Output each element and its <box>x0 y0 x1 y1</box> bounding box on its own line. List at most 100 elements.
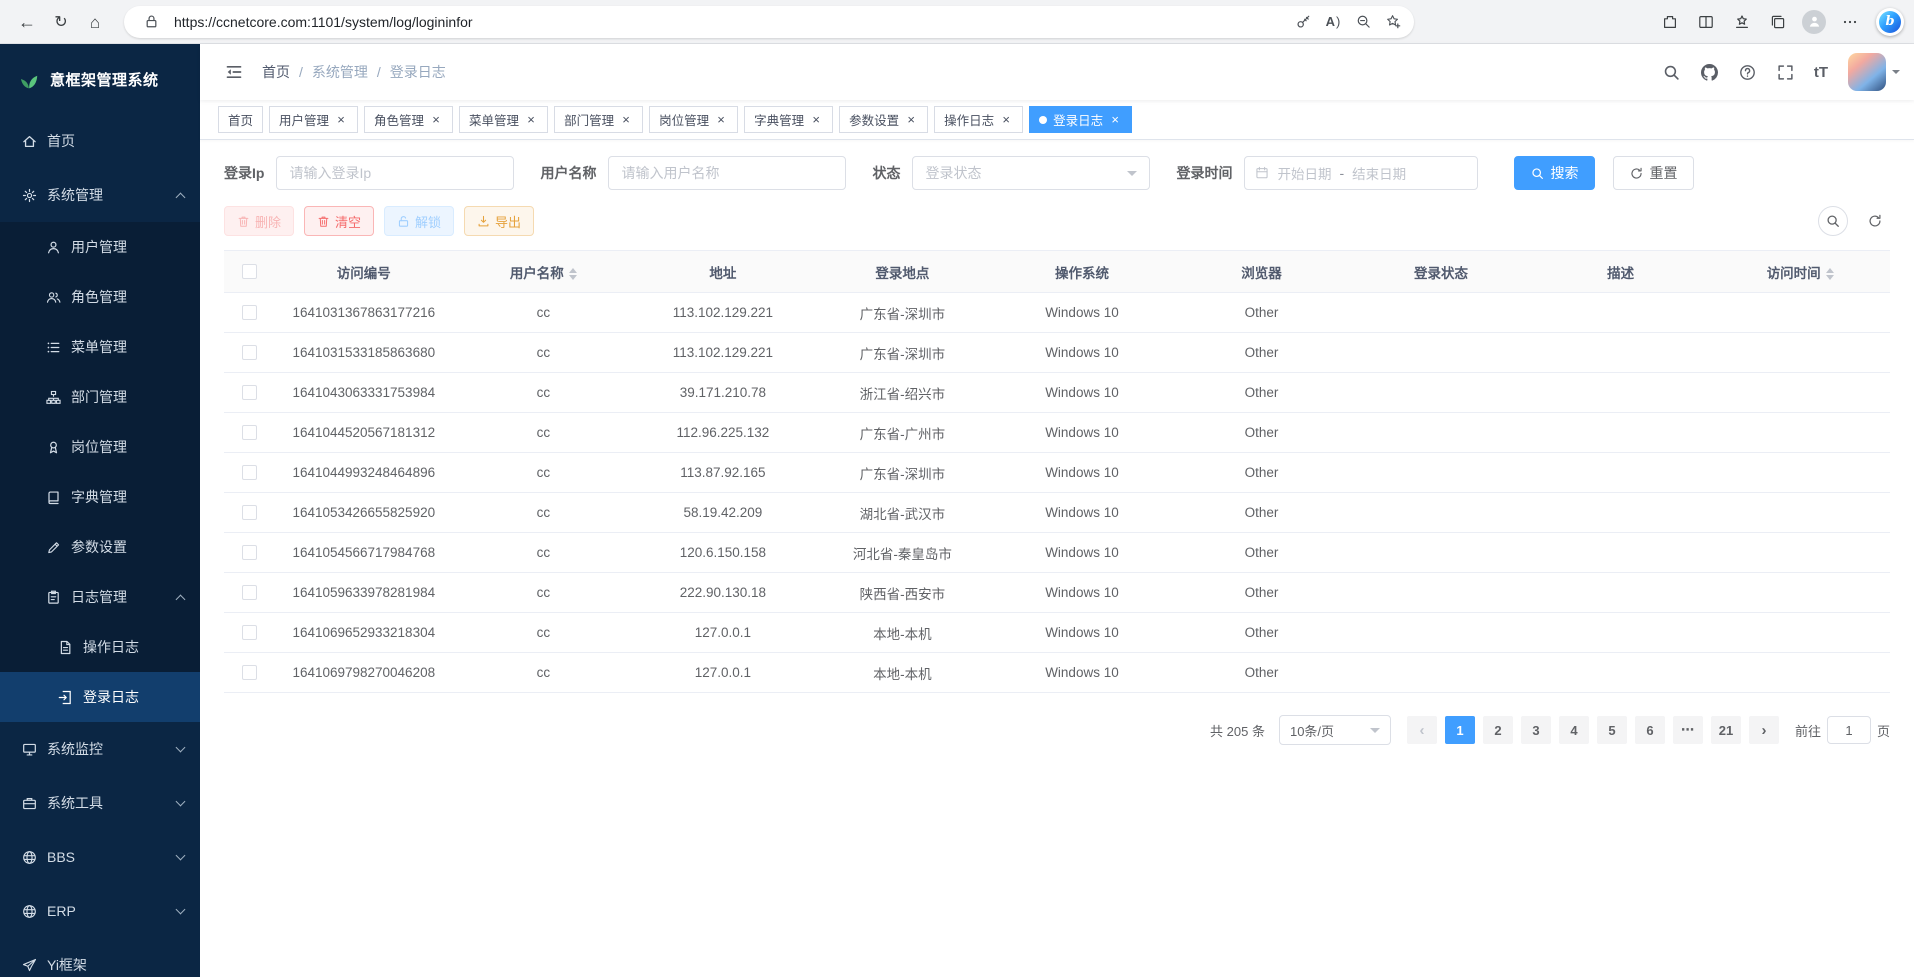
login-ip-input[interactable] <box>276 156 514 190</box>
sort-desc-icon[interactable] <box>569 275 577 280</box>
prev-page-button[interactable]: ‹ <box>1407 716 1437 744</box>
goto-page-input[interactable] <box>1827 716 1871 744</box>
header-search-button[interactable] <box>1652 52 1690 92</box>
read-aloud-icon[interactable]: A <box>1318 8 1348 36</box>
tab-home[interactable]: 首页 <box>218 106 263 133</box>
column-visit-time[interactable]: 访问时间 <box>1710 251 1890 293</box>
row-checkbox[interactable] <box>242 625 257 640</box>
next-page-button[interactable]: › <box>1749 716 1779 744</box>
page-button-3[interactable]: 3 <box>1521 716 1551 744</box>
column-user-name[interactable]: 用户名称 <box>454 251 634 293</box>
row-checkbox[interactable] <box>242 505 257 520</box>
help-button[interactable] <box>1728 52 1766 92</box>
sidebar-item-home[interactable]: 首页 <box>0 114 200 168</box>
browser-settings-button[interactable] <box>1834 6 1866 38</box>
sidebar-item-yi-framework[interactable]: Yi框架 <box>0 938 200 977</box>
page-button-2[interactable]: 2 <box>1483 716 1513 744</box>
tab-login-log[interactable]: 登录日志× <box>1029 106 1132 133</box>
export-button[interactable]: 导出 <box>464 206 534 236</box>
page-button-5[interactable]: 5 <box>1597 716 1627 744</box>
row-checkbox[interactable] <box>242 305 257 320</box>
row-checkbox[interactable] <box>242 545 257 560</box>
breadcrumb-item[interactable]: 系统管理 <box>312 62 368 82</box>
bing-copilot-icon[interactable]: b <box>1876 8 1904 36</box>
tab-dict-management[interactable]: 字典管理× <box>744 106 833 133</box>
sidebar-toggle-button[interactable] <box>216 54 252 90</box>
sidebar-item-dept-management[interactable]: 部门管理 <box>0 372 200 422</box>
sidebar-item-post-management[interactable]: 岗位管理 <box>0 422 200 472</box>
browser-profile-button[interactable] <box>1798 6 1830 38</box>
close-tab-icon[interactable]: × <box>429 113 443 127</box>
sort-asc-icon[interactable] <box>1826 268 1834 273</box>
tab-param-settings[interactable]: 参数设置× <box>839 106 928 133</box>
user-avatar[interactable] <box>1848 53 1886 91</box>
sort-asc-icon[interactable] <box>569 268 577 273</box>
tab-post-management[interactable]: 岗位管理× <box>649 106 738 133</box>
close-tab-icon[interactable]: × <box>524 113 538 127</box>
refresh-table-button[interactable] <box>1860 206 1890 236</box>
sidebar-item-bbs[interactable]: BBS <box>0 830 200 884</box>
sidebar-item-param-settings[interactable]: 参数设置 <box>0 522 200 572</box>
tab-menu-management[interactable]: 菜单管理× <box>459 106 548 133</box>
sidebar-item-system-monitor[interactable]: 系统监控 <box>0 722 200 776</box>
tab-dept-management[interactable]: 部门管理× <box>554 106 643 133</box>
breadcrumb-item[interactable]: 首页 <box>262 62 290 82</box>
login-time-range-picker[interactable]: 开始日期 - 结束日期 <box>1244 156 1478 190</box>
sidebar-item-log-management[interactable]: 日志管理 <box>0 572 200 622</box>
sidebar-item-system-tools[interactable]: 系统工具 <box>0 776 200 830</box>
search-button[interactable]: 搜索 <box>1514 156 1595 190</box>
delete-button[interactable]: 删除 <box>224 206 294 236</box>
status-select[interactable]: 登录状态 <box>912 156 1150 190</box>
select-all-checkbox[interactable] <box>242 264 257 279</box>
close-tab-icon[interactable]: × <box>714 113 728 127</box>
page-button-6[interactable]: 6 <box>1635 716 1665 744</box>
address-bar[interactable]: https://ccnetcore.com:1101/system/log/lo… <box>124 6 1414 38</box>
row-checkbox[interactable] <box>242 465 257 480</box>
sort-control[interactable] <box>1826 268 1834 280</box>
collections-icon[interactable] <box>1762 6 1794 38</box>
row-checkbox[interactable] <box>242 665 257 680</box>
avatar-dropdown-caret-icon[interactable] <box>1892 70 1900 78</box>
extensions-icon[interactable] <box>1654 6 1686 38</box>
close-tab-icon[interactable]: × <box>334 113 348 127</box>
row-checkbox[interactable] <box>242 385 257 400</box>
sidebar-item-operation-log[interactable]: 操作日志 <box>0 622 200 672</box>
page-size-select[interactable]: 10条/页 <box>1279 715 1391 745</box>
sort-control[interactable] <box>569 268 577 280</box>
sidebar-item-role-management[interactable]: 角色管理 <box>0 272 200 322</box>
sidebar-item-user-management[interactable]: 用户管理 <box>0 222 200 272</box>
page-button-1[interactable]: 1 <box>1445 716 1475 744</box>
row-checkbox[interactable] <box>242 585 257 600</box>
fullscreen-button[interactable] <box>1766 52 1804 92</box>
add-favorite-icon[interactable] <box>1378 8 1408 36</box>
row-checkbox[interactable] <box>242 345 257 360</box>
sidebar-item-menu-management[interactable]: 菜单管理 <box>0 322 200 372</box>
page-button-21[interactable]: 21 <box>1711 716 1741 744</box>
reset-button[interactable]: 重置 <box>1613 156 1694 190</box>
sort-desc-icon[interactable] <box>1826 275 1834 280</box>
sidebar-item-system-management[interactable]: 系统管理 <box>0 168 200 222</box>
tab-role-management[interactable]: 角色管理× <box>364 106 453 133</box>
page-button-4[interactable]: 4 <box>1559 716 1589 744</box>
close-tab-icon[interactable]: × <box>809 113 823 127</box>
browser-refresh-button[interactable] <box>44 6 78 38</box>
github-button[interactable] <box>1690 52 1728 92</box>
sidebar-item-login-log[interactable]: 登录日志 <box>0 672 200 722</box>
browser-back-button[interactable] <box>10 6 44 38</box>
page-ellipsis[interactable]: ⋯ <box>1673 716 1703 744</box>
close-tab-icon[interactable]: × <box>904 113 918 127</box>
close-tab-icon[interactable]: × <box>619 113 633 127</box>
unlock-button[interactable]: 解锁 <box>384 206 454 236</box>
split-screen-icon[interactable] <box>1690 6 1722 38</box>
tab-operation-log[interactable]: 操作日志× <box>934 106 1023 133</box>
favorites-icon[interactable] <box>1726 6 1758 38</box>
user-name-input[interactable] <box>608 156 846 190</box>
zoom-out-icon[interactable] <box>1348 8 1378 36</box>
close-tab-icon[interactable]: × <box>999 113 1013 127</box>
clear-button[interactable]: 清空 <box>304 206 374 236</box>
sidebar-item-dict-management[interactable]: 字典管理 <box>0 472 200 522</box>
browser-home-button[interactable] <box>78 6 112 38</box>
password-key-icon[interactable] <box>1288 8 1318 36</box>
row-checkbox[interactable] <box>242 425 257 440</box>
close-tab-icon[interactable]: × <box>1108 113 1122 127</box>
